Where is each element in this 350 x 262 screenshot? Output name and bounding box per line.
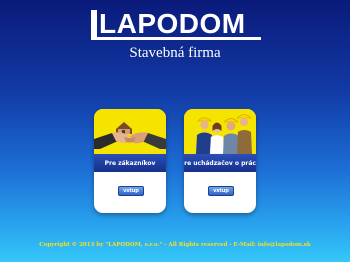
customers-card: Pre zákazníkov vstup	[94, 109, 166, 213]
workers-image	[184, 109, 256, 154]
job-seekers-card-label: Pre uchádzačov o prácu	[184, 154, 256, 172]
job-seekers-enter-button[interactable]: vstup	[208, 186, 234, 196]
workers-icon	[184, 109, 256, 154]
customers-card-label: Pre zákazníkov	[94, 154, 166, 172]
page-subtitle: Stavebná firma	[129, 45, 221, 61]
handshake-image	[94, 109, 166, 154]
handshake-icon	[94, 109, 166, 154]
footer-copyright: Copyright © 2013 by "LAPODOM, s.r.o." - …	[39, 242, 311, 248]
logo-text: LAPODOM	[99, 8, 246, 39]
logo-underline	[91, 37, 261, 40]
logo[interactable]: LAPODOM	[91, 8, 261, 40]
customers-enter-button[interactable]: vstup	[118, 186, 144, 196]
job-seekers-card: Pre uchádzačov o prácu vstup	[184, 109, 256, 213]
